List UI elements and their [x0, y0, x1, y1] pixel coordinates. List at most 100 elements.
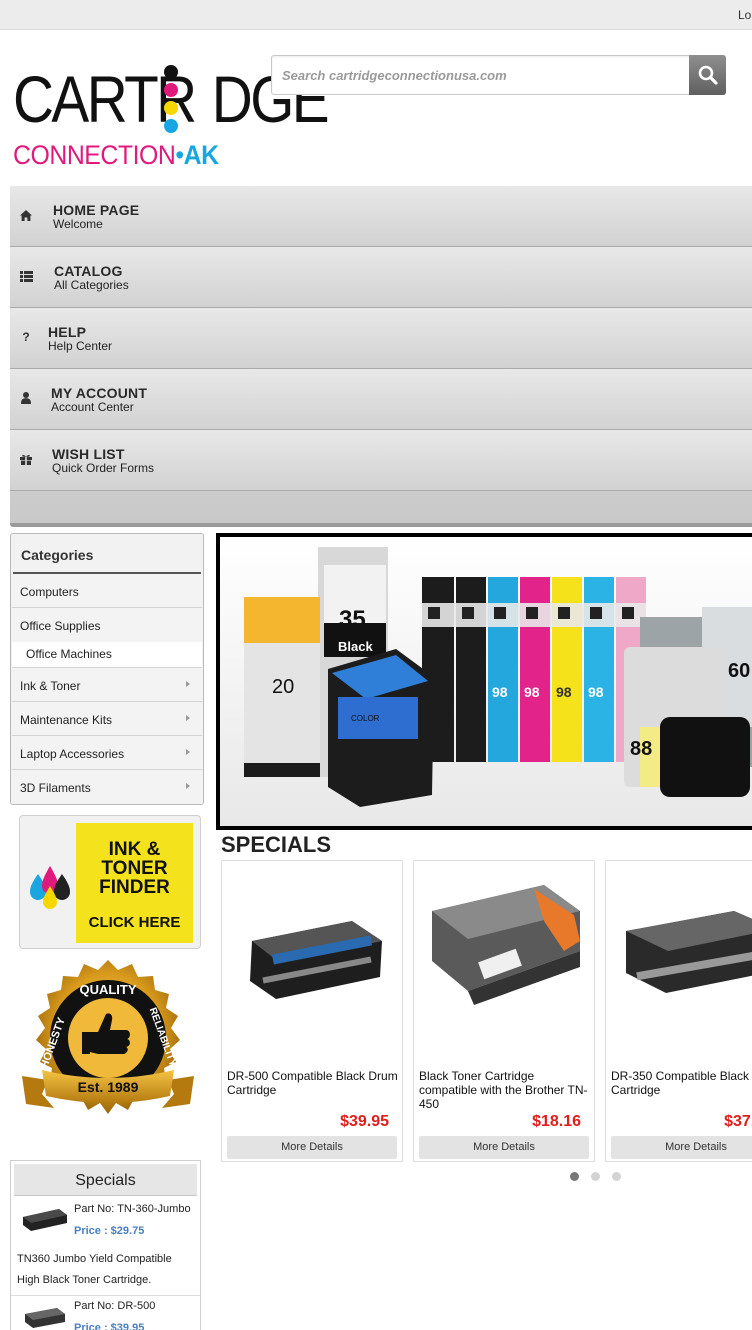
main-navigation: HOME PAGE Welcome CATALOG All Categories… — [10, 186, 752, 527]
nav-subtitle: Welcome — [53, 217, 103, 231]
cartridge-label: 88 — [630, 738, 652, 760]
nav-item-wish-list[interactable]: WISH LIST Quick Order Forms — [10, 430, 752, 491]
logo-ink-dots — [162, 62, 180, 138]
hero-banner[interactable]: 35 Black 20 COLOR 98 98 98 98 60 88 — [216, 533, 752, 830]
category-ink-toner[interactable]: Ink & Toner — [12, 668, 202, 702]
cartridge-label: 60 — [728, 660, 750, 682]
specials-heading: SPECIALS — [221, 832, 332, 857]
special-part-number: Part No: TN-360-Jumbo — [74, 1203, 191, 1215]
category-maintenance-kits[interactable]: Maintenance Kits — [12, 702, 202, 736]
categories-title: Categories — [13, 534, 201, 574]
finder-line: TONER — [101, 858, 168, 879]
category-label: Maintenance Kits — [20, 713, 113, 727]
chevron-right-icon — [186, 715, 190, 721]
cartridge-label: 35 — [339, 606, 366, 633]
nav-item-catalog[interactable]: CATALOG All Categories — [10, 247, 752, 308]
nav-subtitle: Account Center — [51, 400, 134, 414]
nav-subtitle: All Categories — [54, 278, 129, 292]
badge-est-text: Est. 1989 — [78, 1079, 139, 1095]
categories-panel: Categories Computers Office Supplies Off… — [10, 533, 204, 805]
sidebar-special-item[interactable]: Part No: DR-500 Price : $39.95 — [11, 1296, 200, 1330]
list-icon — [18, 268, 34, 284]
user-icon — [18, 390, 34, 406]
logo-connection-text: CONNECTION — [13, 140, 176, 170]
toner-thumbnail — [23, 1209, 67, 1231]
category-label: Office Supplies — [20, 619, 101, 633]
product-name: DR-350 Compatible Black Drum Cartridge — [611, 1069, 752, 1097]
product-image-toner — [432, 885, 580, 1005]
product-price: $37.95 — [724, 1113, 752, 1130]
product-image-drum — [250, 921, 382, 999]
chevron-right-icon — [186, 681, 190, 687]
cartridge-label: 98 — [524, 684, 540, 700]
carousel-dot[interactable] — [570, 1172, 579, 1181]
category-label: Computers — [20, 585, 79, 599]
special-description-line: High Black Toner Cartridge. — [17, 1274, 152, 1286]
product-price: $39.95 — [340, 1113, 389, 1130]
carousel-pagination — [570, 1172, 621, 1182]
top-bar: Lo — [0, 0, 752, 30]
category-office-supplies[interactable]: Office Supplies — [12, 608, 202, 642]
ink-cartridges-illustration: 35 Black 20 COLOR 98 98 98 98 60 88 — [220, 537, 752, 826]
product-name: Black Toner Cartridge compatible with th… — [419, 1069, 588, 1111]
finder-cta: CLICK HERE — [88, 914, 181, 931]
special-description[interactable]: TN360 Jumbo Yield Compatible High Black … — [11, 1243, 200, 1296]
nav-item-my-account[interactable]: MY ACCOUNT Account Center — [10, 369, 752, 430]
nav-title: HELP — [48, 324, 87, 340]
logo-dot-magenta — [164, 83, 178, 97]
category-label: Laptop Accessories — [20, 747, 125, 761]
drum-thumbnail — [25, 1308, 65, 1328]
quality-badge: QUALITY HONESTY RELIABILITY Est. 1989 — [22, 960, 194, 1114]
search-button[interactable] — [689, 55, 726, 95]
product-card[interactable]: Black Toner Cartridge compatible with th… — [413, 860, 595, 1162]
special-part-number: Part No: DR-500 — [74, 1300, 156, 1312]
finder-line: INK & — [108, 839, 161, 860]
nav-title: MY ACCOUNT — [51, 385, 148, 401]
nav-subtitle: Quick Order Forms — [52, 461, 155, 475]
badge-top-text: QUALITY — [79, 982, 136, 997]
ink-toner-finder-banner[interactable]: INK & TONER FINDER CLICK HERE — [19, 815, 201, 949]
cartridge-label: 20 — [272, 676, 294, 698]
nav-item-home[interactable]: HOME PAGE Welcome — [10, 186, 752, 247]
nav-title: HOME PAGE — [53, 202, 140, 218]
cartridge-label: Black — [338, 639, 373, 654]
search-icon — [698, 65, 718, 85]
logo-dot-black — [164, 65, 178, 79]
cartridge-label: 98 — [556, 684, 572, 700]
category-3d-filaments[interactable]: 3D Filaments — [12, 770, 202, 804]
category-label: Ink & Toner — [20, 679, 81, 693]
sidebar-special-item[interactable]: Part No: TN-360-Jumbo Price : $29.75 — [11, 1199, 200, 1243]
finder-text: INK & TONER FINDER — [76, 840, 193, 897]
sidebar-specials-title: Specials — [14, 1164, 197, 1196]
search-box — [271, 55, 726, 95]
cartridge-label: COLOR — [351, 714, 380, 723]
more-details-button[interactable]: More Details — [419, 1136, 589, 1159]
cartridge-label: 98 — [588, 684, 604, 700]
logo-dot-cyan — [164, 119, 178, 133]
cartridge-label: 98 — [492, 684, 508, 700]
more-details-button[interactable]: More Details — [611, 1136, 752, 1159]
chevron-right-icon — [186, 783, 190, 789]
category-office-machines[interactable]: Office Machines — [12, 642, 202, 668]
site-logo[interactable]: CARTR DGE CONNECTION•AK — [13, 58, 330, 171]
chevron-right-icon — [186, 749, 190, 755]
nav-item-help[interactable]: ? HELP Help Center — [10, 308, 752, 369]
category-label: 3D Filaments — [20, 781, 91, 795]
category-label: Office Machines — [26, 647, 112, 661]
category-laptop-accessories[interactable]: Laptop Accessories — [12, 736, 202, 770]
product-name: DR-500 Compatible Black Drum Cartridge — [227, 1069, 398, 1097]
more-details-button[interactable]: More Details — [227, 1136, 397, 1159]
search-input[interactable] — [272, 56, 690, 94]
ink-drops-icon — [30, 866, 70, 909]
product-card[interactable]: DR-350 Compatible Black Drum Cartridge $… — [605, 860, 752, 1162]
category-computers[interactable]: Computers — [12, 574, 202, 608]
product-image-drum — [626, 911, 752, 993]
special-description-line: TN360 Jumbo Yield Compatible — [17, 1253, 172, 1265]
carousel-dot[interactable] — [612, 1172, 621, 1181]
login-link[interactable]: Lo — [738, 8, 752, 22]
carousel-dot[interactable] — [591, 1172, 600, 1181]
logo-subline: CONNECTION•AK — [13, 140, 219, 171]
product-card[interactable]: DR-500 Compatible Black Drum Cartridge $… — [221, 860, 403, 1162]
home-icon — [18, 207, 34, 223]
page: Lo CARTR DGE CONNECTION•AK Search cartri… — [0, 0, 752, 1330]
